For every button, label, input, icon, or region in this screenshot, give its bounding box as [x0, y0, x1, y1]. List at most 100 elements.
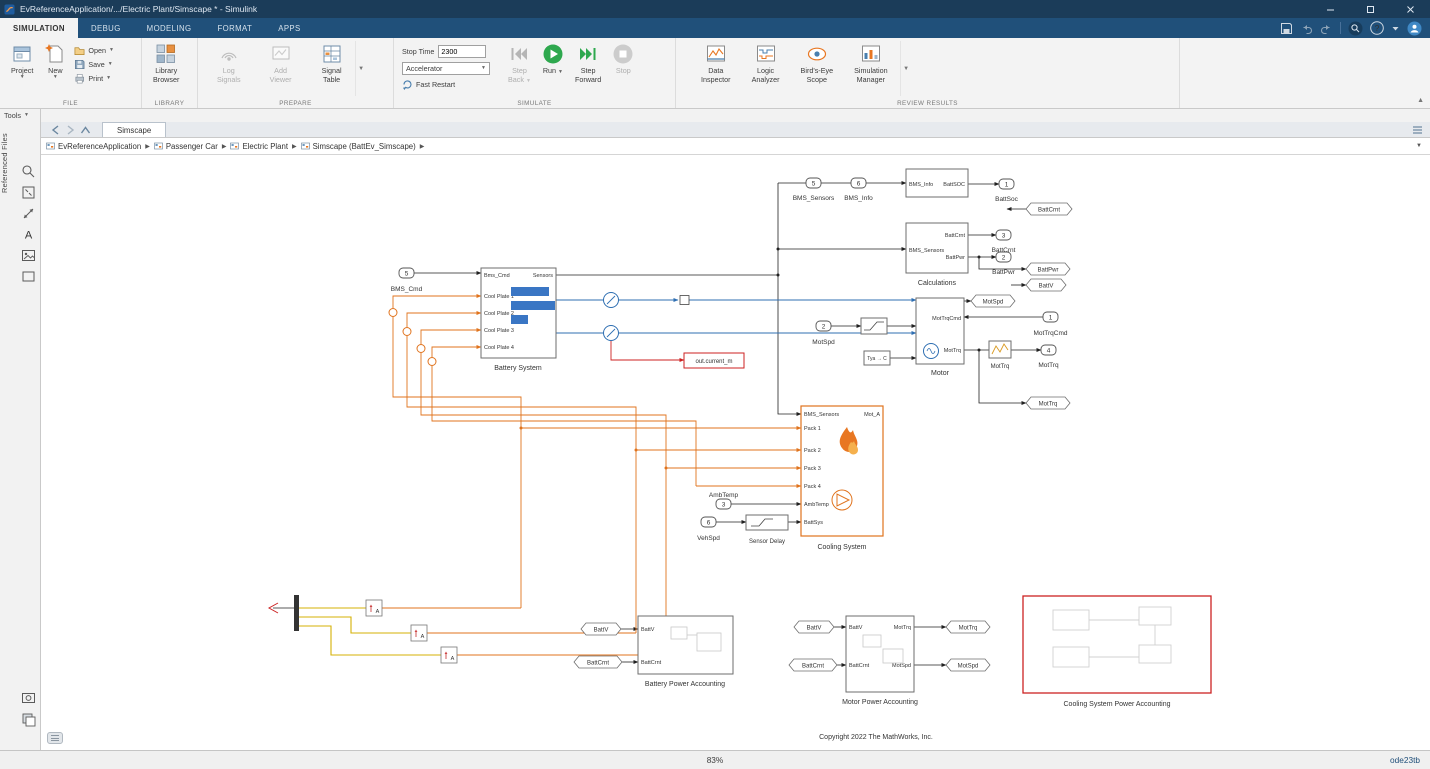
fit-view-icon[interactable]	[20, 184, 37, 201]
project-button[interactable]: Project ▼	[8, 41, 36, 82]
breadcrumb-dropdown-icon[interactable]: ▼	[1416, 143, 1422, 149]
breadcrumb-item[interactable]: Passenger Car	[154, 142, 218, 151]
port-label: BMS_Sensors	[909, 248, 944, 254]
stop-time-input[interactable]	[438, 45, 486, 58]
coolant-port-elements[interactable]	[389, 309, 436, 366]
search-icon[interactable]	[1348, 21, 1363, 36]
library-browser-icon	[155, 43, 177, 65]
referenced-files-tab[interactable]: Referenced Files	[0, 133, 9, 193]
temperature-sensor-glyph: A	[421, 634, 425, 640]
cooling-system-block[interactable]: BMS_Sensors Pack 1 Pack 2 Pack 3 Pack 4 …	[801, 406, 883, 551]
current-sensor[interactable]	[604, 293, 619, 341]
stop-button[interactable]: Stop	[609, 41, 637, 77]
save-icon[interactable]	[1280, 22, 1293, 35]
breadcrumb-item[interactable]: EvReferenceApplication	[46, 142, 141, 151]
expand-icon[interactable]	[20, 205, 37, 222]
inport-label: AmbTemp	[709, 492, 739, 499]
zoom-icon[interactable]	[20, 163, 37, 180]
simulation-manager-button[interactable]: Simulation Manager	[851, 41, 891, 87]
chevron-down-icon[interactable]	[1391, 24, 1400, 33]
forward-icon[interactable]	[64, 124, 77, 136]
save-button[interactable]: Save ▼	[74, 59, 114, 70]
battery-power-accounting-block[interactable]: BattV BattCrnt Battery Power Accounting	[638, 616, 733, 688]
tab-debug-label: DEBUG	[91, 24, 121, 33]
chevron-down-icon: ▼	[481, 66, 486, 71]
maximize-button[interactable]	[1350, 0, 1390, 18]
log-signals-button[interactable]: Log Signals	[214, 41, 244, 87]
tools-header[interactable]: Tools▼	[4, 111, 29, 120]
fast-restart-toggle[interactable]: Fast Restart	[402, 79, 490, 90]
account-icon[interactable]	[1407, 21, 1422, 36]
tab-modeling[interactable]: MODELING	[134, 18, 205, 38]
temperature-conversion-block[interactable]: Tya → C	[864, 351, 890, 365]
simulation-controls: Stop Time Accelerator ▼ Fast Restart	[402, 41, 490, 90]
inport-label: VehSpd	[697, 535, 720, 542]
tab-debug[interactable]: DEBUG	[78, 18, 134, 38]
simulation-manager-label-2: Manager	[857, 75, 885, 84]
print-button[interactable]: Print ▼	[74, 73, 114, 84]
birds-eye-scope-button[interactable]: Bird's-Eye Scope	[798, 41, 837, 87]
coolant-wires[interactable]	[382, 296, 801, 655]
motor-block[interactable]: MotTrqCmd MotTrq Motor	[916, 298, 964, 377]
document-tab-simscape[interactable]: Simscape	[102, 122, 166, 137]
prepare-gallery-expander[interactable]: ▼	[355, 41, 367, 96]
calculations-block[interactable]: BMS_Sensors BattCrnt BattPwr Calculation…	[906, 223, 968, 287]
up-icon[interactable]	[79, 124, 92, 136]
svg-text:A: A	[25, 230, 33, 242]
battery-system-block[interactable]: Bms_Cmd Cool Plate 1 Cool Plate 2 Cool P…	[481, 268, 556, 372]
list-icon[interactable]	[1411, 124, 1424, 136]
to-workspace-block[interactable]: out.current_m	[684, 353, 744, 368]
area-icon[interactable]	[20, 268, 37, 285]
viewmark-icon[interactable]	[20, 689, 37, 706]
motor-power-accounting-block[interactable]: BattV BattCrnt MotTrq MotSpd Motor Power…	[842, 616, 918, 706]
step-forward-button[interactable]: Step Forward	[572, 41, 604, 87]
simulation-mode-select[interactable]: Accelerator ▼	[402, 62, 490, 75]
annotation-icon[interactable]: A	[20, 226, 37, 243]
outport-number: 3	[1002, 232, 1006, 239]
undo-icon[interactable]	[1300, 22, 1313, 35]
tab-format[interactable]: FORMAT	[204, 18, 265, 38]
model-icon	[230, 142, 239, 150]
new-button[interactable]: New ▼	[41, 41, 69, 82]
tab-apps-label: APPS	[278, 24, 300, 33]
redo-icon[interactable]	[1320, 22, 1333, 35]
temperature-sensor-blocks[interactable]: A A A	[366, 600, 457, 663]
cooling-power-accounting-block[interactable]: Cooling System Power Accounting	[1023, 596, 1211, 708]
signal-table-label-2: Table	[323, 75, 340, 84]
close-button[interactable]	[1390, 0, 1430, 18]
left-palette: Tools▼ Referenced Files A	[0, 109, 41, 750]
data-inspector-button[interactable]: Data Inspector	[698, 41, 734, 87]
breadcrumb-item[interactable]: Electric Plant	[230, 142, 288, 151]
saturation-block[interactable]	[861, 318, 887, 334]
ribbon-section-simulate: Stop Time Accelerator ▼ Fast Restart Ste…	[394, 38, 676, 108]
bms-info-block[interactable]: BMS_Info BattSOC	[906, 169, 968, 197]
back-icon[interactable]	[49, 124, 62, 136]
model-canvas[interactable]: out.current_m	[41, 155, 1430, 750]
run-button[interactable]: Run ▼	[539, 41, 567, 77]
port-label: MotTrq	[894, 625, 911, 631]
add-viewer-button[interactable]: Add Viewer	[267, 41, 295, 87]
minimize-button[interactable]	[1310, 0, 1350, 18]
step-back-button[interactable]: Step Back ▼	[505, 41, 534, 87]
tab-simulation[interactable]: SIMULATION	[0, 18, 78, 38]
review-gallery-expander[interactable]: ▼	[900, 41, 912, 96]
terminator-block[interactable]	[680, 296, 689, 305]
help-icon[interactable]: ?	[1370, 21, 1384, 35]
image-icon[interactable]	[20, 247, 37, 264]
hidden-content-badge[interactable]	[47, 732, 63, 744]
tab-apps[interactable]: APPS	[265, 18, 313, 38]
sensor-delay-block[interactable]: Sensor Delay	[746, 515, 788, 545]
open-button[interactable]: Open ▼	[74, 45, 114, 56]
layers-icon[interactable]	[20, 711, 37, 728]
solver-name[interactable]: ode23tb	[1390, 755, 1420, 765]
breadcrumb-item[interactable]: Simscape (BattEv_Simscape)	[301, 142, 416, 151]
temperature-sensor-glyph: A	[376, 609, 380, 615]
library-browser-button[interactable]: Library Browser	[150, 41, 182, 87]
logic-analyzer-button[interactable]: Logic Analyzer	[749, 41, 783, 87]
signal-table-button[interactable]: Signal Table	[318, 41, 346, 87]
mux-block[interactable]	[294, 595, 299, 631]
collapse-ribbon-icon[interactable]: ▲	[1417, 97, 1424, 104]
logged-signal-wire[interactable]	[611, 341, 684, 360]
scope-block[interactable]: MotTrq	[989, 341, 1011, 370]
library-label-2: Browser	[153, 75, 179, 84]
